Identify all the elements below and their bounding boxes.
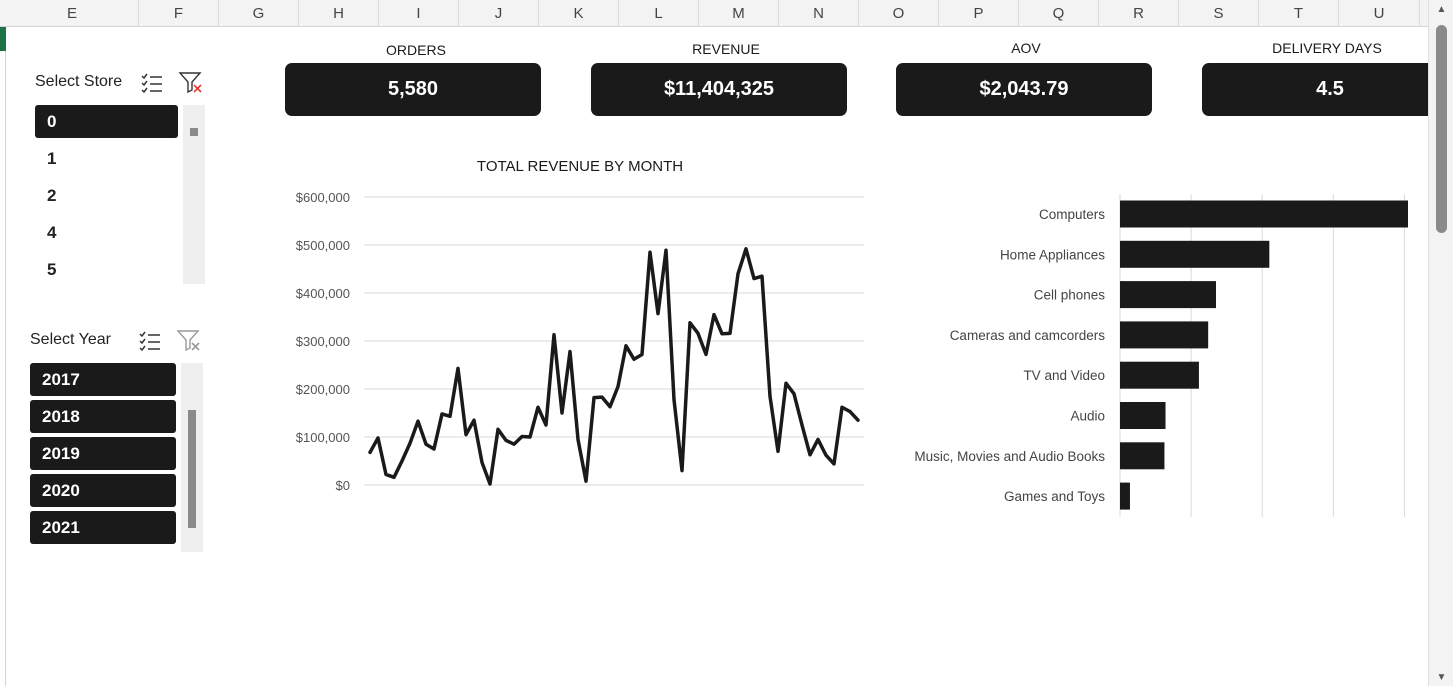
store-slicer-scrollbar[interactable] — [183, 105, 205, 284]
year-slicer-scrollbar[interactable] — [181, 363, 203, 552]
kpi-revenue-label: REVENUE — [692, 41, 760, 57]
column-header-q[interactable]: Q — [1019, 0, 1099, 27]
bar-home-appliances — [1120, 240, 1270, 268]
column-header-t[interactable]: T — [1259, 0, 1339, 27]
column-header-e[interactable]: E — [6, 0, 139, 27]
scroll-up-arrow[interactable]: ▲ — [1429, 4, 1453, 15]
bar-tv-and-video — [1120, 361, 1199, 389]
slicer-item-5[interactable]: 5 — [35, 253, 178, 286]
clear-filter-icon[interactable] — [178, 70, 204, 96]
bar-chart-category-label: Games and Toys — [1004, 489, 1105, 504]
bar-computers — [1120, 200, 1408, 228]
category-bar-chart: Computers Home Appliances Cell phones Camer… — [914, 194, 1408, 517]
line-chart-title: TOTAL REVENUE BY MONTH — [476, 158, 684, 175]
slicer-item-2021[interactable]: 2021 — [30, 511, 176, 544]
bar-chart-category-label: Cameras and camcorders — [950, 328, 1106, 343]
kpi-orders-value: 5,580 — [285, 63, 541, 116]
kpi-delivery-value: 4.5 — [1202, 63, 1453, 116]
bar-music-movies-and-audio-books — [1120, 442, 1165, 470]
slicer-item-2017[interactable]: 2017 — [30, 363, 176, 396]
scroll-down-arrow[interactable]: ▼ — [1429, 672, 1453, 683]
store-slicer-title: Select Store — [35, 73, 123, 90]
slicer-item-4[interactable]: 4 — [35, 216, 178, 249]
line-chart-y-tick-label: $500,000 — [296, 238, 350, 253]
bar-chart-category-label: Computers — [1039, 207, 1105, 222]
line-chart-y-tick-label: $600,000 — [296, 190, 350, 205]
selected-row-marker — [0, 27, 6, 51]
vertical-scroll-thumb[interactable] — [1436, 25, 1447, 233]
kpi-revenue-value: $11,404,325 — [591, 63, 847, 116]
column-header-o[interactable]: O — [859, 0, 939, 27]
line-chart-y-tick-label: $100,000 — [296, 430, 350, 445]
bar-cell-phones — [1120, 281, 1216, 309]
kpi-aov-label: AOV — [1011, 40, 1041, 56]
slicer-item-2020[interactable]: 2020 — [30, 474, 176, 507]
column-header-l[interactable]: L — [619, 0, 699, 27]
store-slicer-scroll-thumb[interactable] — [190, 128, 198, 136]
bar-chart-category-label: Home Appliances — [1000, 247, 1105, 262]
revenue-line-chart: $0 $100,000 $200,000 $300,000 $400,000 $500,0… — [296, 190, 864, 493]
bar-audio — [1120, 402, 1166, 429]
year-slicer-title: Select Year — [30, 331, 111, 348]
column-header-s[interactable]: S — [1179, 0, 1259, 27]
line-chart-y-tick-label: $200,000 — [296, 382, 350, 397]
year-slicer-scroll-thumb[interactable] — [188, 410, 196, 528]
kpi-aov-value: $2,043.79 — [896, 63, 1152, 116]
slicer-item-2018[interactable]: 2018 — [30, 400, 176, 433]
slicer-item-0[interactable]: 0 — [35, 105, 178, 138]
kpi-orders-label: ORDERS — [386, 42, 446, 58]
line-chart-y-tick-label: $400,000 — [296, 286, 350, 301]
vertical-scrollbar[interactable]: ▲ ▼ — [1428, 0, 1453, 686]
column-header-strip: EFGHIJKLMNOPQRSTU — [0, 0, 1428, 27]
column-header-k[interactable]: K — [539, 0, 619, 27]
column-header-u[interactable]: U — [1339, 0, 1420, 27]
slicer-item-2019[interactable]: 2019 — [30, 437, 176, 470]
slicer-item-2[interactable]: 2 — [35, 179, 178, 212]
column-header-h[interactable]: H — [299, 0, 379, 27]
kpi-delivery-label: DELIVERY DAYS — [1272, 40, 1382, 56]
clear-filter-icon[interactable] — [176, 328, 202, 354]
column-header-p[interactable]: P — [939, 0, 1019, 27]
line-chart-y-tick-label: $0 — [336, 478, 350, 493]
bar-chart-category-label: TV and Video — [1023, 368, 1105, 383]
revenue-series-line — [368, 247, 860, 486]
slicer-item-1[interactable]: 1 — [35, 142, 178, 175]
spreadsheet-window: EFGHIJKLMNOPQRSTU Select Store 0 1 2 4 5 Sel… — [0, 0, 1453, 686]
bar-games-and-toys — [1120, 482, 1130, 510]
bar-chart-category-label: Audio — [1070, 409, 1105, 424]
row-header — [0, 27, 6, 686]
multi-select-icon[interactable] — [139, 70, 165, 96]
multi-select-icon[interactable] — [137, 328, 163, 354]
bar-cameras-and-camcorders — [1120, 321, 1209, 349]
bar-chart-category-label: Music, Movies and Audio Books — [914, 449, 1105, 464]
column-header-g[interactable]: G — [219, 0, 299, 27]
column-header-n[interactable]: N — [779, 0, 859, 27]
column-header-r[interactable]: R — [1099, 0, 1179, 27]
bar-chart-category-label: Cell phones — [1034, 288, 1106, 303]
column-header-j[interactable]: J — [459, 0, 539, 27]
column-header-i[interactable]: I — [379, 0, 459, 27]
column-header-m[interactable]: M — [699, 0, 779, 27]
column-header-f[interactable]: F — [139, 0, 219, 27]
line-chart-y-tick-label: $300,000 — [296, 334, 350, 349]
